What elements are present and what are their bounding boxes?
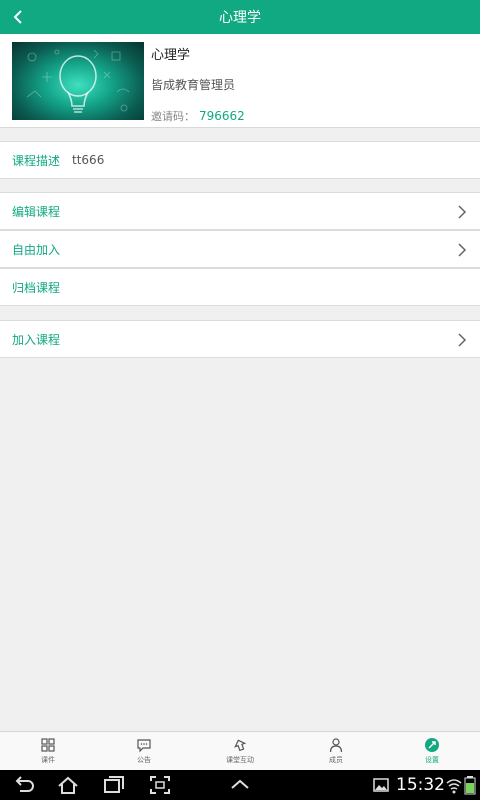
grid-icon	[41, 738, 55, 752]
tab-label: 课堂互动	[226, 756, 254, 764]
free-join-row[interactable]: 自由加入	[0, 230, 480, 268]
course-description-row: 课程描述 tt666	[0, 141, 480, 179]
tab-classroom-interaction[interactable]: 课堂互动	[192, 732, 288, 770]
wifi-icon	[446, 779, 462, 794]
top-bar: 心理学	[0, 0, 480, 34]
course-description-label: 课程描述	[12, 153, 61, 168]
app-screen: 心理学 心理学 皆成教育管理员 邀请码： 796662 课程描述 tt666 编…	[0, 0, 480, 800]
chevron-right-icon	[458, 243, 467, 257]
join-course-label: 加入课程	[12, 332, 61, 347]
chevron-up-icon[interactable]	[228, 775, 252, 795]
invite-code-line: 邀请码： 796662	[151, 108, 245, 124]
person-icon	[329, 738, 343, 753]
course-name: 心理学	[151, 48, 191, 63]
archive-course-label: 归档课程	[12, 280, 61, 295]
course-cover-image	[12, 42, 144, 120]
edit-course-row[interactable]: 编辑课程	[0, 192, 480, 230]
course-owner: 皆成教育管理员	[151, 78, 236, 92]
edit-course-label: 编辑课程	[12, 204, 61, 219]
invite-code-label: 邀请码：	[151, 110, 195, 123]
course-info-card: 心理学 皆成教育管理员 邀请码： 796662	[0, 34, 480, 128]
lightbulb-icon	[26, 49, 130, 113]
tab-settings[interactable]: 设置	[384, 732, 480, 770]
chat-icon	[137, 739, 151, 753]
interaction-icon	[234, 739, 247, 752]
back-arrow-icon[interactable]	[8, 6, 30, 28]
battery-icon	[464, 776, 476, 795]
free-join-label: 自由加入	[12, 242, 61, 257]
gallery-notification-icon	[373, 778, 389, 792]
chevron-right-icon	[458, 333, 467, 347]
bottom-tab-bar: 课件 公告 课堂互动 成员 设置	[0, 731, 480, 770]
system-navigation-bar: 15:32	[0, 770, 480, 800]
tab-label: 设置	[425, 756, 439, 764]
archive-course-row[interactable]: 归档课程	[0, 268, 480, 306]
tab-label: 成员	[329, 756, 343, 764]
clock: 15:32	[396, 775, 445, 795]
join-course-row[interactable]: 加入课程	[0, 320, 480, 358]
page-title: 心理学	[219, 10, 261, 26]
tab-announcements[interactable]: 公告	[96, 732, 192, 770]
settings-icon	[425, 738, 439, 752]
tab-label: 课件	[41, 756, 55, 764]
recent-apps-icon[interactable]	[102, 775, 126, 795]
tab-label: 公告	[137, 756, 151, 764]
back-nav-icon[interactable]	[12, 775, 36, 795]
invite-code-value: 796662	[199, 109, 245, 123]
chevron-right-icon	[458, 205, 467, 219]
tab-members[interactable]: 成员	[288, 732, 384, 770]
tab-courseware[interactable]: 课件	[0, 732, 96, 770]
course-description-value: tt666	[72, 153, 105, 167]
screenshot-icon[interactable]	[148, 775, 172, 795]
home-icon[interactable]	[56, 775, 80, 795]
